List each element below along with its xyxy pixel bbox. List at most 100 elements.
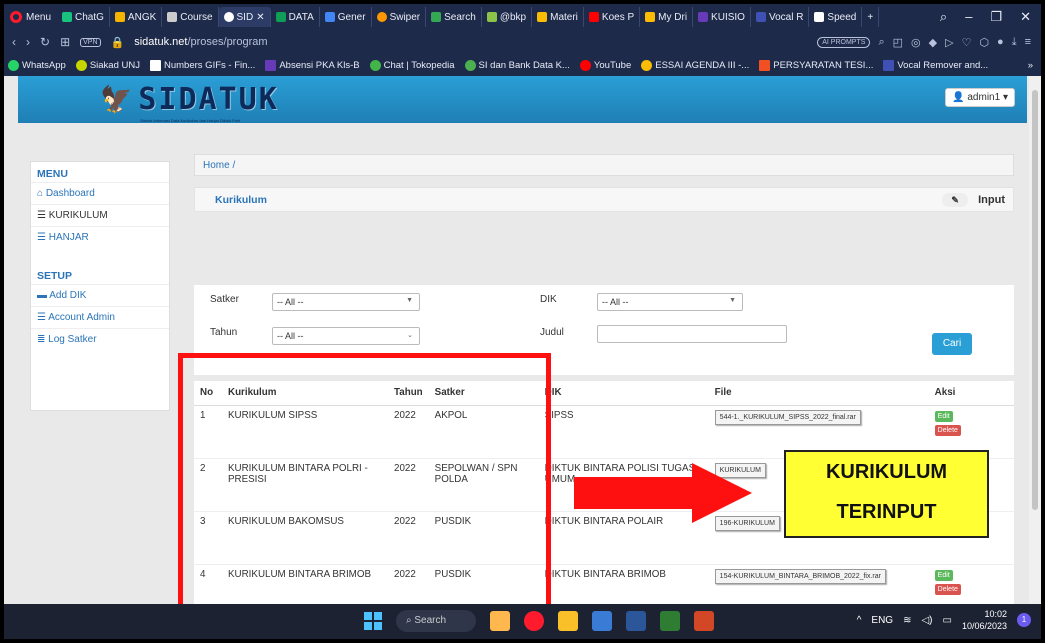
bookmark-item[interactable]: Vocal Remover and... bbox=[883, 59, 988, 71]
file-link[interactable]: 544-1._KURIKULUM_SIPSS_2022_final.rar bbox=[714, 409, 861, 425]
sidebar-item-log-satker[interactable]: ≣ Log Satker bbox=[31, 328, 169, 350]
close-tab-icon[interactable]: ✕ bbox=[256, 12, 264, 23]
edit-button[interactable]: Edit bbox=[934, 569, 953, 581]
browser-tab[interactable]: KUISIO bbox=[693, 7, 751, 27]
reload-icon[interactable]: ↻ bbox=[40, 35, 50, 49]
menu-header: MENU bbox=[37, 168, 68, 180]
browser-tab[interactable]: Course bbox=[162, 7, 219, 27]
bookmark-item[interactable]: WhatsApp bbox=[8, 59, 66, 71]
windows-start-icon[interactable] bbox=[364, 612, 382, 630]
browser-tab[interactable]: DATA bbox=[271, 7, 320, 27]
battery-icon[interactable]: ▭ bbox=[943, 615, 952, 626]
cube-icon[interactable]: ⬡ bbox=[979, 36, 989, 49]
bookmark-item[interactable]: PERSYARATAN TESI... bbox=[759, 59, 874, 71]
chevron-up-icon[interactable]: ^ bbox=[857, 615, 862, 626]
wifi-icon[interactable]: ≋ bbox=[903, 615, 911, 626]
bookmark-favicon-icon bbox=[150, 59, 161, 71]
sidebar-item-dashboard[interactable]: ⌂ Dashboard bbox=[31, 182, 169, 204]
shield-icon[interactable]: ◆ bbox=[929, 36, 937, 49]
browser-tab[interactable]: Vocal R bbox=[751, 7, 810, 27]
page-scrollbar[interactable] bbox=[1029, 76, 1041, 604]
breadcrumb-home[interactable]: Home / bbox=[203, 160, 235, 171]
browser-tab[interactable]: Swiper bbox=[372, 7, 427, 27]
bookmark-item[interactable]: Numbers GIFs - Fin... bbox=[150, 59, 256, 71]
browser-tab[interactable]: Materi bbox=[532, 7, 584, 27]
browser-tab[interactable]: ChatG bbox=[57, 7, 110, 27]
opera-menu-button[interactable]: Menu bbox=[4, 4, 57, 30]
scrollbar-thumb[interactable] bbox=[1032, 90, 1038, 510]
browser-tab[interactable]: Gener bbox=[320, 7, 372, 27]
sidebar-item-hanjar[interactable]: ☰ HANJAR bbox=[31, 226, 169, 248]
bookmark-item[interactable]: SI dan Bank Data K... bbox=[464, 59, 570, 71]
taskbar-search[interactable]: ⌕ Search bbox=[396, 610, 476, 632]
bookmark-item[interactable]: Absensi PKA Kls-B bbox=[265, 59, 360, 71]
sidebar-item-add-dik[interactable]: ▬ Add DIK bbox=[31, 284, 169, 306]
profile-icon[interactable]: ● bbox=[997, 36, 1004, 48]
language-indicator[interactable]: ENG bbox=[871, 615, 893, 626]
edit-button[interactable]: Edit bbox=[934, 410, 953, 422]
sidebar-item-kurikulum[interactable]: ☰ KURIKULUM bbox=[31, 204, 169, 226]
vpn-badge[interactable]: VPN bbox=[80, 37, 101, 47]
tahun-select[interactable]: -- All -- ⌄ bbox=[272, 327, 420, 345]
browser-tab[interactable]: My Dri bbox=[640, 7, 694, 27]
clock[interactable]: 10:02 10/06/2023 bbox=[962, 608, 1007, 632]
breadcrumb[interactable]: Home / bbox=[194, 154, 1014, 176]
browser-tab[interactable]: ANGK bbox=[110, 7, 163, 27]
app-logo[interactable]: 🦅 SIDATUK Sistem Informasi Data Kurikulu… bbox=[100, 82, 279, 123]
browser-tab[interactable]: @bkp bbox=[482, 7, 533, 27]
dik-select[interactable]: -- All -- ▼ bbox=[597, 293, 743, 311]
bookmark-item[interactable]: Chat | Tokopedia bbox=[369, 59, 455, 71]
search-icon[interactable]: ⌕ bbox=[878, 36, 884, 49]
sidebar-item-account-admin[interactable]: ☰ Account Admin bbox=[31, 306, 169, 328]
bookmark-label: Numbers GIFs - Fin... bbox=[164, 59, 256, 71]
widget-icon[interactable] bbox=[490, 611, 510, 631]
volume-icon[interactable]: ◁) bbox=[921, 615, 932, 626]
browser-tab[interactable]: Speed bbox=[809, 7, 863, 27]
browser-tab-active[interactable]: SID ✕ bbox=[218, 7, 271, 27]
user-menu-button[interactable]: 👤 admin1 ▾ bbox=[945, 88, 1015, 107]
sidebar-item-label: Account Admin bbox=[48, 312, 115, 323]
bookmark-item[interactable]: YouTube bbox=[579, 59, 631, 71]
search-button[interactable]: Cari bbox=[932, 333, 972, 355]
bookmark-item[interactable]: Siakad UNJ bbox=[75, 59, 140, 71]
bookmark-item[interactable]: ESSAI AGENDA III -... bbox=[641, 59, 749, 71]
speed-dial-icon[interactable]: ⊞ bbox=[60, 35, 70, 49]
forward-icon[interactable]: › bbox=[26, 35, 30, 49]
snapshot-icon[interactable]: ◰ bbox=[893, 36, 903, 49]
satker-select[interactable]: -- All -- ▼ bbox=[272, 293, 420, 311]
chrome-icon[interactable] bbox=[660, 611, 680, 631]
easy-setup-icon[interactable]: ≡ bbox=[1025, 36, 1031, 48]
ai-prompts-button[interactable]: AI PROMPTS bbox=[817, 36, 871, 48]
minimize-icon[interactable]: – bbox=[965, 9, 972, 25]
cell-aksi: Edit Delete bbox=[928, 563, 1014, 604]
search-tabs-icon[interactable]: ⌕ bbox=[940, 9, 947, 25]
file-link[interactable]: 154-KURIKULUM_BINTARA_BRIMOB_2022_fix.ra… bbox=[714, 568, 886, 584]
word-icon[interactable] bbox=[626, 611, 646, 631]
delete-button[interactable]: Delete bbox=[934, 424, 961, 436]
browser-tab[interactable]: Koes P bbox=[584, 7, 641, 27]
callout-line-2: TERINPUT bbox=[836, 501, 937, 523]
judul-input[interactable] bbox=[597, 325, 787, 343]
camera-icon[interactable]: ◎ bbox=[911, 36, 921, 49]
file-link[interactable]: 196-KURIKULUM bbox=[714, 515, 780, 531]
heart-icon[interactable]: ♡ bbox=[962, 36, 972, 49]
app-taskbar-icon[interactable] bbox=[592, 611, 612, 631]
input-button[interactable]: ✎ Input bbox=[942, 192, 1005, 207]
bookmark-more-button[interactable]: » bbox=[1028, 60, 1041, 71]
bookmark-label: PERSYARATAN TESI... bbox=[773, 59, 874, 71]
url-field[interactable]: sidatuk.net/proses/program bbox=[134, 36, 267, 48]
close-window-icon[interactable]: ✕ bbox=[1020, 9, 1031, 25]
file-explorer-icon[interactable] bbox=[558, 611, 578, 631]
delete-button[interactable]: Delete bbox=[934, 583, 961, 595]
maximize-icon[interactable]: ❐ bbox=[990, 9, 1002, 25]
opera-taskbar-icon[interactable] bbox=[524, 611, 544, 631]
file-link[interactable]: KURIKULUM bbox=[714, 462, 766, 478]
browser-tab[interactable]: Search bbox=[426, 7, 482, 27]
cell-satker: AKPOL bbox=[428, 404, 539, 458]
pdf-icon[interactable] bbox=[694, 611, 714, 631]
download-icon[interactable]: ⤓ bbox=[1012, 36, 1017, 49]
notification-badge[interactable]: 1 bbox=[1017, 613, 1031, 627]
play-icon[interactable]: ▷ bbox=[945, 36, 953, 49]
back-icon[interactable]: ‹ bbox=[12, 35, 16, 49]
new-tab-button[interactable]: + bbox=[862, 7, 880, 27]
